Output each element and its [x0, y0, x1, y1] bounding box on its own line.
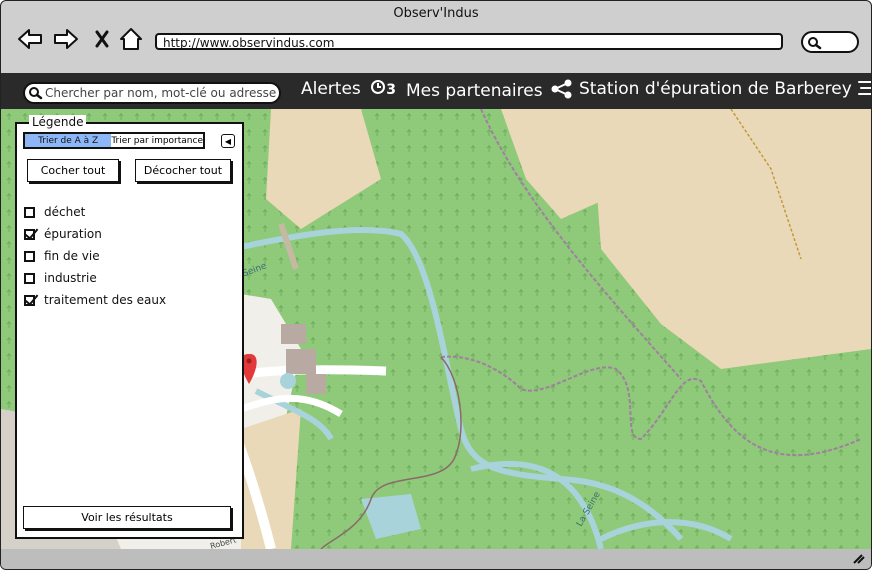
- legend-item-label: traitement des eaux: [44, 293, 167, 307]
- station-menu[interactable]: Station d'épuration de Barberey: [579, 79, 871, 99]
- browser-search-button[interactable]: [801, 31, 859, 53]
- resize-grip-icon[interactable]: [851, 552, 865, 567]
- legend-item-label: industrie: [44, 271, 97, 285]
- back-arrow-icon: [18, 29, 42, 49]
- show-results-button[interactable]: Voir les résultats: [23, 506, 231, 529]
- window-title: Observ'Indus: [393, 6, 479, 21]
- collapse-panel-button[interactable]: ◀: [221, 134, 235, 148]
- legend-item-label: fin de vie: [44, 249, 100, 263]
- hamburger-menu-icon: [858, 81, 871, 95]
- forward-arrow-icon: [54, 29, 78, 49]
- back-button[interactable]: [15, 25, 45, 53]
- clock-icon: [371, 80, 386, 94]
- browser-window: Observ'Indus http://www.observindus.com …: [0, 0, 872, 570]
- checkbox[interactable]: [24, 250, 35, 262]
- stop-button[interactable]: [87, 25, 117, 53]
- legend-item-industrie[interactable]: industrie: [24, 270, 97, 286]
- legend-item-label: épuration: [44, 227, 102, 241]
- alerts-count-badge: 3: [386, 82, 396, 98]
- url-field[interactable]: http://www.observindus.com: [155, 33, 783, 50]
- sort-importance-button[interactable]: Trier par importance: [111, 134, 203, 147]
- forward-button[interactable]: [51, 25, 81, 53]
- alerts-menu[interactable]: Alertes 3: [301, 79, 396, 99]
- checkbox-checked[interactable]: [24, 228, 35, 240]
- checkbox[interactable]: [24, 206, 35, 218]
- status-bar: [1, 549, 871, 569]
- uncheck-all-button[interactable]: Décocher tout: [135, 159, 231, 182]
- map-search-placeholder: Chercher par nom, mot-clé ou adresse: [45, 86, 277, 100]
- legend-title: Légende: [29, 115, 87, 129]
- legend-item-fin-de-vie[interactable]: fin de vie: [24, 248, 100, 264]
- alerts-label: Alertes: [301, 79, 361, 99]
- checkbox-checked[interactable]: [24, 294, 35, 306]
- legend-item-label: déchet: [44, 205, 86, 219]
- checkbox[interactable]: [24, 272, 35, 284]
- legend-item-dechet[interactable]: déchet: [24, 204, 85, 220]
- share-icon: [551, 79, 572, 99]
- station-label: Station d'épuration de Barberey: [579, 79, 852, 99]
- partners-label: Mes partenaires: [406, 81, 543, 101]
- map-search-input[interactable]: Chercher par nom, mot-clé ou adresse: [23, 82, 281, 104]
- sort-alpha-button[interactable]: Trier de A à Z: [25, 134, 112, 147]
- close-icon: [95, 30, 109, 48]
- home-button[interactable]: [116, 25, 146, 53]
- partners-menu[interactable]: Mes partenaires: [406, 79, 574, 101]
- legend-panel: Légende Trier de A à Z Trier par importa…: [15, 115, 244, 539]
- legend-item-traitement-des-eaux[interactable]: traitement des eaux: [24, 292, 166, 308]
- triangle-left-icon: ◀: [224, 136, 232, 146]
- search-icon: [29, 87, 43, 100]
- check-all-button[interactable]: Cocher tout: [27, 159, 119, 182]
- home-icon: [120, 28, 142, 50]
- legend-item-epuration[interactable]: épuration: [24, 226, 102, 242]
- search-icon: [808, 37, 822, 50]
- sort-toggle: Trier de A à Z Trier par importance: [23, 132, 205, 149]
